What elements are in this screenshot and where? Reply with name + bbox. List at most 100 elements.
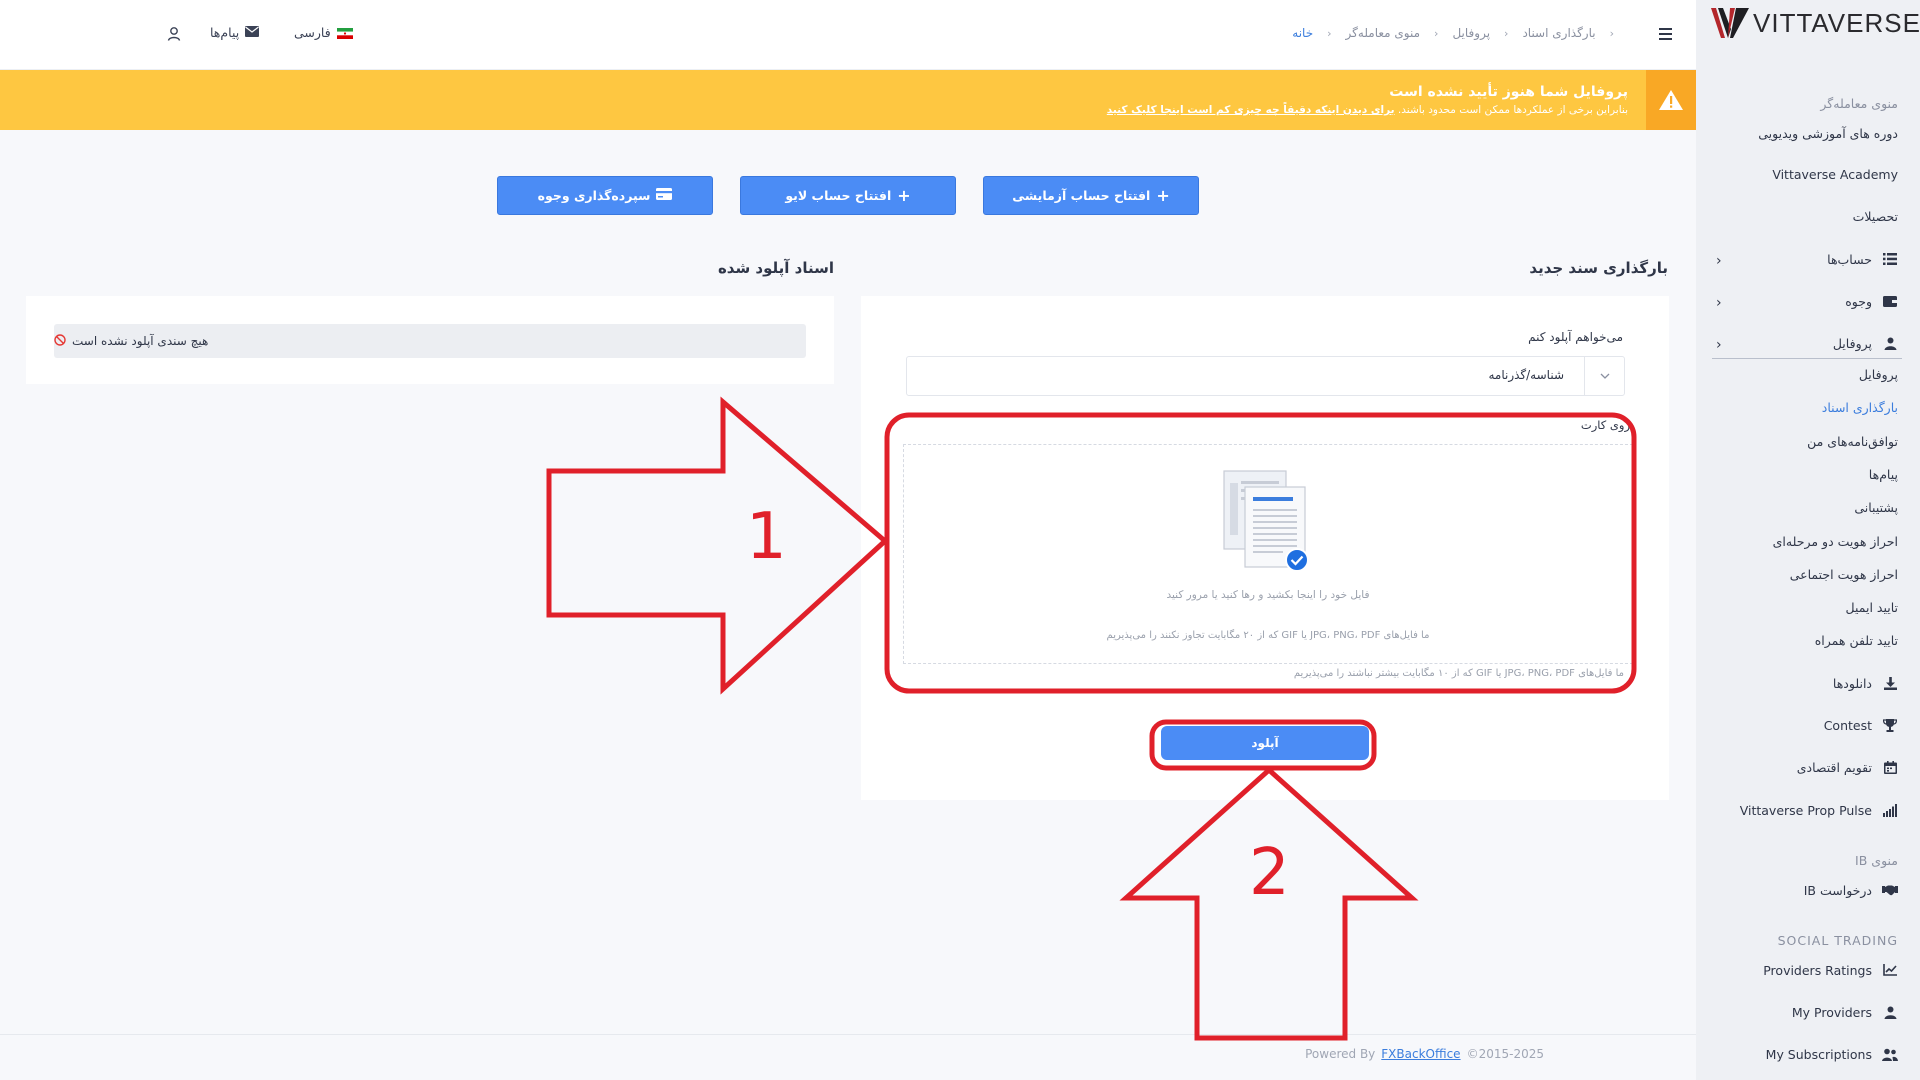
sidebar-sub-two-factor[interactable]: احراز هویت دو مرحله‌ای (1773, 534, 1898, 549)
iran-flag-icon (336, 27, 353, 39)
chevron-down-icon (1584, 357, 1624, 395)
sidebar-item-my-providers[interactable]: My Providers (1792, 1004, 1898, 1020)
language-label: فارسی (294, 25, 331, 40)
download-icon (1882, 675, 1898, 691)
file-dropzone[interactable]: فایل خود را اینجا بکشید و رها کنید یا مر… (903, 444, 1633, 664)
sidebar-item-prop-pulse[interactable]: Vittaverse Prop Pulse (1740, 802, 1898, 818)
sidebar-item-ib-request-label: درخواست IB (1803, 882, 1872, 898)
dropzone-file-note: ما فایل‌های JPG، PNG، PDF یا GIF که از ۲… (1106, 630, 1430, 641)
credit-card-icon (656, 188, 673, 203)
card-side-label: روی کارت (1580, 418, 1630, 432)
sidebar-item-my-providers-label: My Providers (1791, 1004, 1872, 1020)
chevron-right-icon[interactable]: › (1716, 337, 1722, 353)
warning-icon (1646, 70, 1696, 130)
breadcrumb-separator: ‹ (1434, 26, 1439, 40)
envelope-icon (245, 25, 260, 40)
user-icon[interactable] (166, 26, 182, 42)
chevron-right-icon[interactable]: › (1716, 253, 1722, 269)
document-type-value: شناسه/گذرنامه (1488, 368, 1564, 382)
calendar-icon (1882, 759, 1898, 775)
deposit-funds-button[interactable]: سپرده‌گذاری وجوه (497, 176, 713, 215)
breadcrumb: خانه ‹ منوی معامله‌گر ‹ پروفایل ‹ بارگذا… (1292, 26, 1614, 40)
breadcrumb-separator: ‹ (1327, 26, 1332, 40)
sidebar-item-accounts[interactable]: حساب‌ها (1827, 251, 1898, 267)
breadcrumb-trader-menu[interactable]: منوی معامله‌گر (1346, 26, 1421, 40)
user-icon (1882, 335, 1898, 351)
alert-title: پروفایل شما هنوز تأیید نشده است (1389, 84, 1628, 100)
sidebar-item-downloads[interactable]: دانلودها (1833, 675, 1898, 691)
documents-icon (1219, 465, 1309, 575)
messages-label: پیام‌ها (210, 25, 240, 40)
no-documents-message: هیچ سندی آپلود نشده است (54, 324, 806, 358)
user-name-box (14, 18, 158, 52)
sidebar-item-profile[interactable]: پروفایل (1833, 335, 1898, 351)
open-demo-account-label: افتتاح حساب آزمایشی (1012, 188, 1151, 203)
top-bar: پیام‌ها فارسی خانه ‹ منوی معامله‌گر ‹ پر… (0, 0, 1696, 70)
sidebar-sub-messages[interactable]: پیام‌ها (1869, 467, 1898, 482)
hamburger-menu-icon[interactable] (1656, 24, 1676, 44)
alert-body: بنابراین برخی از عملکردها ممکن است محدود… (1107, 104, 1628, 116)
vittaverse-logo[interactable]: VITTAVERSE (1709, 4, 1920, 42)
breadcrumb-separator: ‹ (1504, 26, 1509, 40)
trophy-icon (1882, 717, 1898, 733)
no-documents-text: هیچ سندی آپلود نشده است (72, 334, 209, 348)
sidebar-item-providers-ratings[interactable]: Providers Ratings (1763, 962, 1898, 978)
sidebar-item-contest[interactable]: Contest (1824, 717, 1898, 733)
signal-icon (1882, 802, 1898, 818)
upload-button[interactable]: آپلود (1161, 726, 1369, 760)
annotation-step-1: 1 (746, 500, 787, 574)
handshake-icon (1882, 882, 1898, 898)
profile-unverified-alert: پروفایل شما هنوز تأیید نشده است بنابراین… (0, 70, 1696, 130)
profile-divider (1712, 358, 1902, 359)
sidebar-item-accounts-label: حساب‌ها (1827, 251, 1872, 267)
list-icon (1882, 251, 1898, 267)
open-live-account-button[interactable]: + افتتاح حساب لایو (740, 176, 956, 215)
footer-powered-by: Powered By (1305, 1047, 1376, 1061)
open-demo-account-button[interactable]: + افتتاح حساب آزمایشی (983, 176, 1199, 215)
document-type-label: می‌خواهم آپلود کنم (1528, 330, 1623, 344)
sidebar-item-academy[interactable]: Vittaverse Academy (1772, 167, 1898, 182)
sidebar-sub-agreements[interactable]: توافق‌نامه‌های من (1807, 434, 1898, 449)
annotation-step-2: 2 (1249, 836, 1290, 910)
sidebar-item-my-subscriptions[interactable]: My Subscriptions (1766, 1046, 1898, 1062)
sidebar-item-funds[interactable]: وجوه (1845, 293, 1898, 309)
sidebar-item-downloads-label: دانلودها (1832, 675, 1872, 691)
sidebar-sub-profile[interactable]: پروفایل (1859, 367, 1898, 382)
footer: Powered By FXBackOffice ©2015-2025 (1305, 1047, 1544, 1061)
plus-icon: + (897, 186, 911, 205)
ib-menu-heading: منوی IB (1855, 853, 1898, 868)
upload-new-document-title: بارگذاری سند جدید (1529, 259, 1668, 277)
sidebar-item-ib-request[interactable]: درخواست IB (1804, 882, 1898, 898)
sidebar-item-education[interactable]: تحصیلات (1853, 209, 1898, 224)
footer-divider (0, 1034, 1696, 1035)
sidebar-item-economic-calendar[interactable]: تقویم اقتصادی (1797, 759, 1898, 775)
document-type-select[interactable]: شناسه/گذرنامه (906, 356, 1625, 396)
sidebar-sub-upload-documents[interactable]: بارگذاری اسناد (1822, 400, 1898, 415)
user-icon (1882, 1004, 1898, 1020)
uploaded-documents-card: هیچ سندی آپلود نشده است (26, 296, 834, 384)
chevron-right-icon[interactable]: › (1716, 295, 1722, 311)
logo-text: VITTAVERSE (1753, 7, 1920, 38)
sidebar-item-economic-calendar-label: تقویم اقتصادی (1796, 759, 1872, 775)
uploaded-documents-title: اسناد آپلود شده (717, 259, 834, 277)
sidebar-item-video-courses[interactable]: دوره های آموزشی ویدیویی (1758, 126, 1898, 141)
breadcrumb-profile[interactable]: پروفایل (1452, 26, 1490, 40)
sidebar-sub-phone-verify[interactable]: تایید تلفن همراه (1815, 633, 1898, 648)
annotation-arrow-right (546, 396, 889, 695)
upload-card: می‌خواهم آپلود کنم شناسه/گذرنامه روی کار… (861, 296, 1669, 800)
footer-brand-link[interactable]: FXBackOffice (1381, 1047, 1460, 1061)
sidebar-item-prop-pulse-label: Vittaverse Prop Pulse (1739, 802, 1872, 818)
breadcrumb-current: بارگذاری اسناد (1522, 26, 1596, 40)
sidebar-sub-support[interactable]: پشتیبانی (1854, 500, 1898, 515)
sidebar-sub-social-auth[interactable]: احراز هویت اجتماعی (1790, 567, 1898, 582)
language-selector[interactable]: فارسی (294, 25, 353, 40)
breadcrumb-separator: ‹ (1609, 26, 1614, 40)
messages-link[interactable]: پیام‌ها (210, 25, 260, 40)
sidebar-sub-email-verify[interactable]: تایید ایمیل (1846, 600, 1899, 615)
breadcrumb-home[interactable]: خانه (1292, 26, 1313, 40)
trader-menu-heading: منوی معامله‌گر (1820, 96, 1898, 111)
sidebar-item-funds-label: وجوه (1845, 293, 1872, 309)
open-live-account-label: افتتاح حساب لایو (785, 188, 892, 203)
alert-details-link[interactable]: برای دیدن اینکه دقیقاً چه چیزی کم است ای… (1107, 104, 1395, 116)
wallet-icon (1882, 293, 1898, 309)
